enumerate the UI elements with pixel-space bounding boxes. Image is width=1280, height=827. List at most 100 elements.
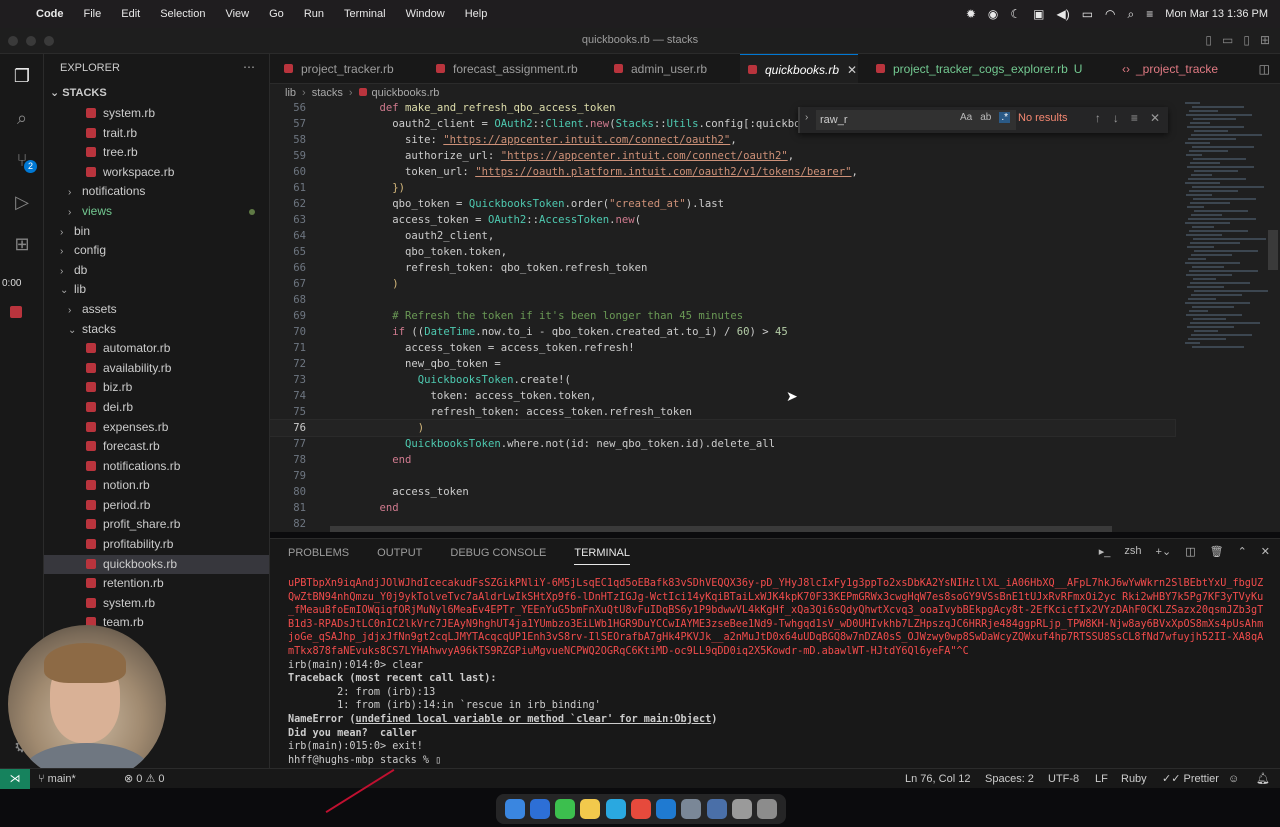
code-line[interactable]: 67 ) — [270, 276, 1175, 292]
tree-item[interactable]: period.rb — [44, 496, 269, 516]
control-center-icon[interactable]: ≡ — [1146, 7, 1153, 21]
code-line[interactable]: 68 — [270, 292, 1175, 308]
tree-item[interactable]: tree.rb — [44, 143, 269, 163]
tree-item[interactable]: › notifications — [44, 182, 269, 202]
safari-icon[interactable] — [529, 799, 550, 819]
settings-icon[interactable]: ✹ — [966, 7, 976, 21]
code-line[interactable]: 71 access_token = access_token.refresh! — [270, 340, 1175, 356]
code-editor[interactable]: 56 def make_and_refresh_qbo_access_token… — [270, 102, 1280, 532]
code-line[interactable]: 64 oauth2_client, — [270, 228, 1175, 244]
language-mode-status[interactable]: Ruby — [1121, 769, 1147, 789]
ruby-icon[interactable] — [10, 306, 22, 318]
tab-problems[interactable]: PROBLEMS — [288, 543, 349, 565]
code-line[interactable]: 62 qbo_token = QuickbooksToken.order("cr… — [270, 196, 1175, 212]
close-icon[interactable]: ✕ — [847, 63, 857, 77]
search-icon[interactable]: ⌕ — [10, 106, 34, 130]
code-line[interactable]: 72 new_qbo_token = — [270, 356, 1175, 372]
code-line[interactable]: 76 ) — [270, 419, 1176, 437]
tree-item[interactable]: system.rb — [44, 594, 269, 614]
menu-edit[interactable]: Edit — [121, 8, 140, 20]
customize-layout-icon[interactable]: ⊞ — [1260, 33, 1270, 47]
tree-item[interactable]: quickbooks.rb — [44, 554, 269, 575]
tree-item[interactable]: automator.rb — [44, 339, 269, 359]
menu-go[interactable]: Go — [269, 8, 284, 20]
arrow-up-icon[interactable]: ↑ — [1095, 111, 1101, 125]
chrome-icon[interactable] — [630, 799, 651, 819]
record-icon[interactable]: ◉ — [988, 7, 998, 21]
menu-view[interactable]: View — [225, 8, 249, 20]
tree-item[interactable]: forecast.rb — [44, 437, 269, 457]
match-case-toggle[interactable]: Aa — [960, 112, 972, 123]
menubar-clock[interactable]: Mon Mar 13 1:36 PM — [1165, 8, 1268, 20]
breadcrumb-item[interactable]: lib — [285, 87, 296, 99]
find-in-selection-icon[interactable]: ≡ — [1131, 111, 1138, 125]
tab-terminal[interactable]: TERMINAL — [574, 543, 630, 565]
arrow-down-icon[interactable]: ↓ — [1113, 111, 1119, 125]
code-line[interactable]: 65 qbo_token.token, — [270, 244, 1175, 260]
menu-terminal[interactable]: Terminal — [344, 8, 386, 20]
tree-item[interactable]: › db — [44, 261, 269, 281]
tab-forecast-assignment[interactable]: forecast_assignment.rb — [436, 54, 578, 83]
toggle-panel-icon[interactable]: ▭ — [1222, 33, 1233, 47]
tab-debug-console[interactable]: DEBUG CONSOLE — [450, 543, 546, 565]
code-line[interactable]: 60 token_url: "https://oauth.platform.in… — [270, 164, 1175, 180]
trash-icon[interactable]: 🗑 — [1210, 545, 1224, 558]
git-branch-status[interactable]: ⑂ main* — [38, 769, 76, 789]
menu-window[interactable]: Window — [406, 8, 445, 20]
whole-word-toggle[interactable]: ab — [980, 112, 991, 123]
code-line[interactable]: 70 if ((DateTime.now.to_i - qbo_token.cr… — [270, 324, 1175, 340]
toggle-sidebar-icon[interactable]: ▯ — [1205, 33, 1212, 47]
editor-horizontal-scrollbar[interactable] — [330, 526, 1112, 532]
close-icon[interactable]: ✕ — [1150, 111, 1160, 125]
close-icon[interactable]: ✕ — [1261, 545, 1270, 558]
downloads-icon[interactable] — [732, 799, 753, 819]
preview-icon[interactable] — [681, 799, 702, 819]
code-line[interactable]: 63 access_token = OAuth2::AccessToken.ne… — [270, 212, 1175, 228]
code-line[interactable]: 77 QuickbooksToken.where.not(id: new_qbo… — [270, 436, 1175, 452]
tab-project-tracker[interactable]: project_tracker.rb — [284, 54, 394, 83]
maximize-panel-icon[interactable]: ⌃ — [1238, 545, 1247, 558]
prettier-status[interactable]: ✓✓ Prettier — [1162, 769, 1219, 789]
code-line[interactable]: 61 }) — [270, 180, 1175, 196]
code-line[interactable]: 78 end — [270, 452, 1175, 468]
tree-item[interactable]: expenses.rb — [44, 418, 269, 438]
messages-icon[interactable] — [555, 799, 576, 819]
tab-quickbooks[interactable]: quickbooks.rb ✕ — [740, 54, 858, 83]
code-line[interactable]: 66 refresh_token: qbo_token.refresh_toke… — [270, 260, 1175, 276]
feedback-icon[interactable]: ☺ — [1228, 769, 1239, 789]
tree-item[interactable]: workspace.rb — [44, 163, 269, 183]
breadcrumb-item[interactable]: stacks — [312, 87, 343, 99]
toggle-secondary-sidebar-icon[interactable]: ▯ — [1243, 33, 1250, 47]
code-line[interactable]: 74 token: access_token.token, — [270, 388, 1175, 404]
remote-indicator-icon[interactable]: ⋊ — [0, 769, 30, 789]
chevron-right-icon[interactable]: › — [805, 112, 808, 123]
tree-item[interactable]: › assets — [44, 300, 269, 320]
wifi-icon[interactable]: ◠ — [1105, 7, 1115, 21]
tab-project-tracker-cogs-explorer[interactable]: project_tracker_cogs_explorer.rb U — [876, 54, 1082, 83]
tab-output[interactable]: OUTPUT — [377, 543, 422, 565]
tab-project-tracke[interactable]: ‹› _project_tracke — [1122, 54, 1218, 83]
battery-icon[interactable]: ▭ — [1082, 7, 1093, 21]
finder-icon[interactable] — [504, 799, 525, 819]
notifications-bell-icon[interactable]: 🔔︎ — [1256, 769, 1270, 789]
minimap[interactable] — [1185, 102, 1268, 362]
code-line[interactable]: 58 site: "https://appcenter.intuit.com/c… — [270, 132, 1175, 148]
eol-status[interactable]: LF — [1095, 769, 1108, 789]
keyboard-input-icon[interactable]: ▣ — [1033, 7, 1044, 21]
tab-admin-user[interactable]: admin_user.rb — [614, 54, 707, 83]
split-editor-icon[interactable]: ◫ — [1259, 62, 1270, 76]
code-line[interactable]: 79 — [270, 468, 1175, 484]
indentation-status[interactable]: Spaces: 2 — [985, 769, 1034, 789]
code-line[interactable]: 75 refresh_token: access_token.refresh_t… — [270, 404, 1175, 420]
breadcrumb-item[interactable]: quickbooks.rb — [372, 87, 440, 99]
notes-icon[interactable] — [580, 799, 601, 819]
code-line[interactable]: 81 end — [270, 500, 1175, 516]
new-terminal-icon[interactable]: +⌄ — [1156, 545, 1172, 558]
tree-item[interactable]: notion.rb — [44, 476, 269, 496]
tree-item[interactable]: dei.rb — [44, 398, 269, 418]
extensions-icon[interactable]: ⊞ — [10, 232, 34, 256]
menu-run[interactable]: Run — [304, 8, 324, 20]
tree-item[interactable]: profitability.rb — [44, 535, 269, 555]
tree-item[interactable]: system.rb — [44, 104, 269, 124]
tree-item[interactable]: retention.rb — [44, 574, 269, 594]
